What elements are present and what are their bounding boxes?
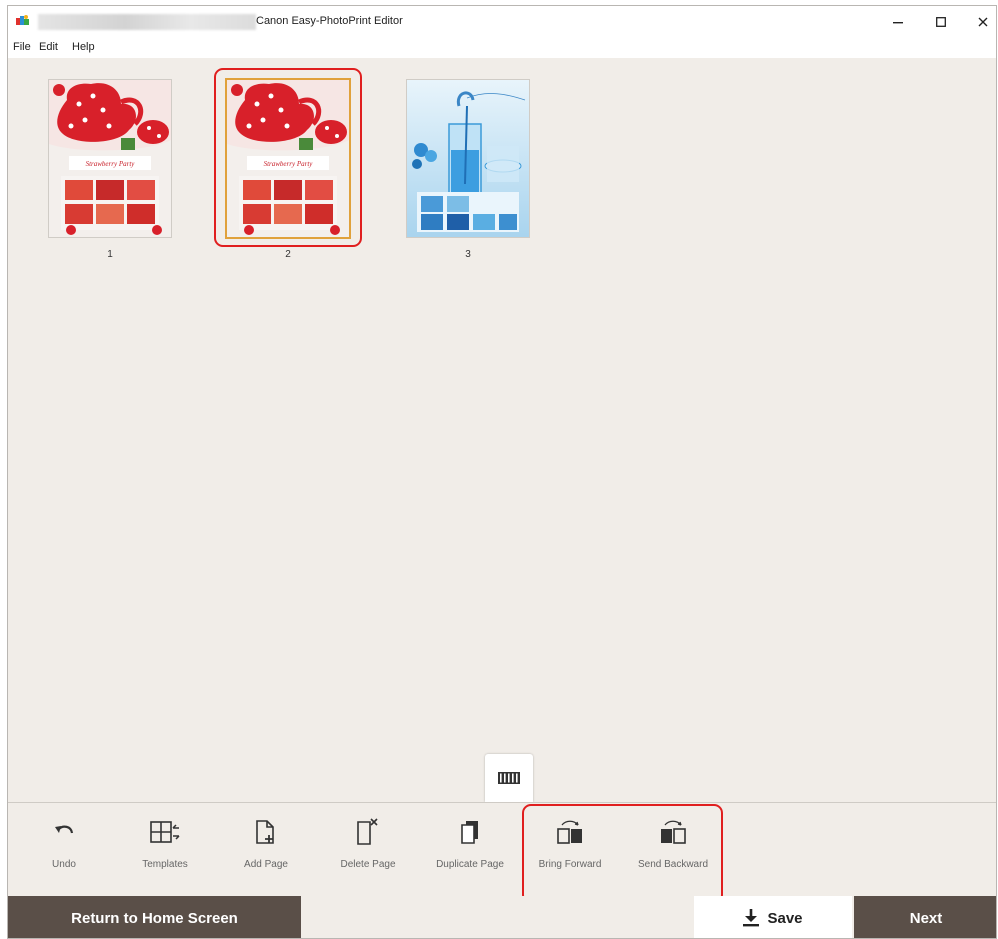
maximize-icon [936,17,946,27]
page-thumbnail-1[interactable]: Strawberry Party 1 [48,80,172,260]
duplicate-page-label: Duplicate Page [436,859,504,870]
undo-icon [55,825,74,834]
minimize-button[interactable] [881,10,915,34]
save-label: Save [767,909,803,927]
filmstrip-icon [498,772,520,784]
templates-label: Templates [142,859,188,870]
minimize-icon [893,22,903,24]
undo-label: Undo [52,859,76,870]
menu-edit[interactable]: Edit [39,41,58,53]
close-button[interactable] [966,10,996,34]
save-button[interactable]: Save [694,896,852,938]
menu-bar: File Edit Help [8,38,996,58]
bottom-bar: Return to Home Screen Save Next [8,896,996,938]
download-icon [743,909,760,927]
menu-file[interactable]: File [13,41,31,53]
menu-help[interactable]: Help [72,41,95,53]
app-window: Canon Easy-PhotoPrint Editor File Edit H… [7,5,997,939]
delete-page-label: Delete Page [340,859,396,870]
page-number-label: 3 [465,249,471,260]
page-number-label: 1 [107,249,113,260]
app-logo-icon [16,15,29,25]
next-button[interactable]: Next [854,896,996,938]
selection-highlight-frame [214,68,362,247]
window-title: Canon Easy-PhotoPrint Editor [256,15,403,27]
delete-page-button[interactable]: Delete Page [333,803,403,895]
return-to-home-label: Return to Home Screen [71,909,238,927]
blurred-file-name [38,14,256,30]
delete-page-icon [357,818,378,845]
duplicate-page-icon [461,821,478,844]
return-to-home-button[interactable]: Return to Home Screen [8,896,301,938]
page-number-label: 2 [285,249,291,260]
page-thumbnail-area: Strawberry Party 1 Strawberry Party 2 3 [8,58,996,802]
duplicate-page-button[interactable]: Duplicate Page [426,803,514,895]
edit-toolbar: Undo Templates Add Page Delete Page Dupl… [8,802,996,904]
maximize-button[interactable] [924,10,958,34]
toolbar-highlight-frame [522,804,723,904]
undo-button[interactable]: Undo [42,803,86,895]
close-icon [978,17,988,27]
add-page-icon [256,820,274,844]
next-label: Next [909,909,943,927]
templates-icon [150,821,180,843]
page-1-preview: Strawberry Party [49,80,171,237]
page-3-preview [407,80,529,237]
svg-text:Strawberry Party: Strawberry Party [86,160,136,168]
add-page-button[interactable]: Add Page [234,803,298,895]
layout-toggle-button[interactable] [485,754,533,802]
templates-button[interactable]: Templates [133,803,197,895]
page-thumbnail-3[interactable]: 3 [406,80,530,260]
add-page-label: Add Page [244,859,288,870]
title-bar: Canon Easy-PhotoPrint Editor [8,6,996,38]
